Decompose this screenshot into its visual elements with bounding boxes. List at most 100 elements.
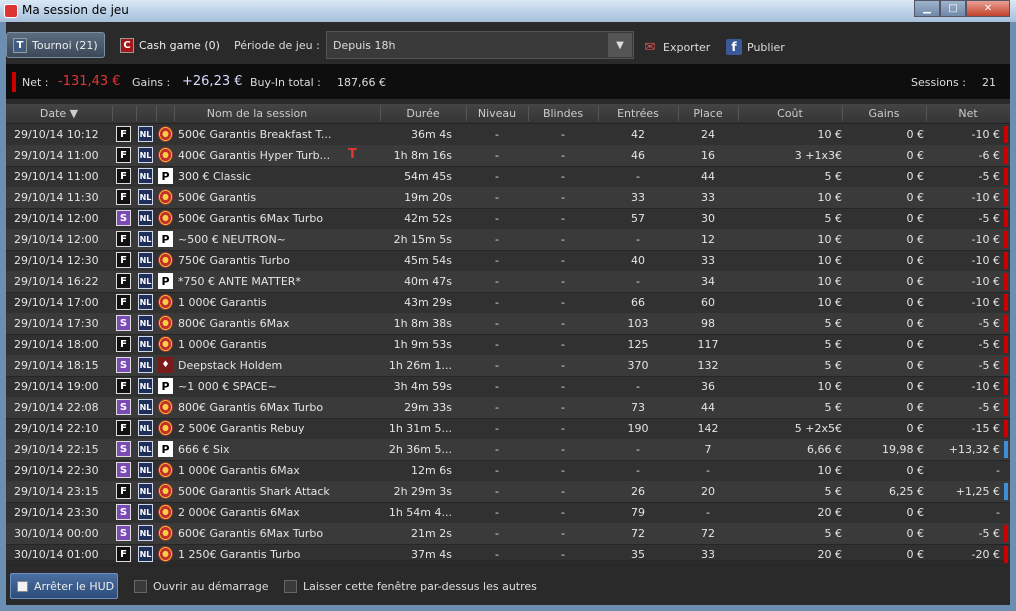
publish-button[interactable]: f Publier [726, 39, 785, 55]
table-row[interactable]: 29/10/14 11:00 400€ Garantis Hyper Turb..… [6, 145, 1010, 167]
table-row[interactable]: 29/10/14 22:10 2 500€ Garantis Rebuy 1h 31… [6, 418, 1010, 440]
table-row[interactable]: 29/10/14 18:00 1 000€ Garantis 1h 9m 53s - -… [6, 334, 1010, 356]
tab-tournoi[interactable]: T Tournoi (21) [6, 32, 105, 58]
cell-net: -10 € [971, 254, 1000, 267]
cell-gains: 0 € [906, 464, 925, 477]
table-row[interactable]: 29/10/14 17:30 800€ Garantis 6Max 1h 8m 38… [6, 313, 1010, 335]
cell-place: 7 [704, 443, 712, 456]
tab-cash-game-label: Cash game (0) [139, 38, 220, 52]
col-entries[interactable]: Entrées [598, 107, 678, 120]
tab-cash-game[interactable]: C Cash game (0) [114, 32, 226, 58]
cell-date: 29/10/14 17:00 [14, 296, 99, 309]
close-button[interactable]: ✕ [966, 0, 1010, 17]
cell-net: -15 € [971, 422, 1000, 435]
always-on-top-option[interactable]: Laisser cette fenêtre par-dessus les aut… [284, 580, 537, 593]
cell-cost: 5 € [824, 317, 843, 330]
no-limit-icon: NL [138, 126, 153, 142]
cell-level: - [495, 296, 499, 309]
poker-chip-icon [158, 462, 173, 478]
poker-chip-icon [158, 504, 173, 520]
col-name[interactable]: Nom de la session [174, 107, 340, 120]
cell-net: -5 € [978, 338, 1000, 351]
period-select[interactable]: Depuis 18h ▼ [326, 31, 634, 59]
table-row[interactable]: 29/10/14 22:15 666 € Six 2h 36m 5... - - - 7 6,… [6, 439, 1010, 461]
col-date[interactable]: Date ▼ [6, 107, 112, 120]
cell-net: - [996, 464, 1000, 477]
cell-net: -10 € [971, 128, 1000, 141]
cell-gains: 0 € [906, 149, 925, 162]
sessions-value: 21 [982, 76, 996, 89]
minimize-icon: ▁ [923, 3, 931, 14]
table-row[interactable]: 29/10/14 23:15 500€ Garantis Shark Attack… [6, 481, 1010, 503]
col-duration[interactable]: Durée [380, 107, 466, 120]
col-level[interactable]: Niveau [466, 107, 528, 120]
cell-date: 29/10/14 22:15 [14, 443, 99, 456]
table-row[interactable]: 30/10/14 00:00 600€ Garantis 6Max Turbo 21… [6, 523, 1010, 545]
cell-duration: 1h 8m 38s [393, 317, 452, 330]
cell-gains: 0 € [906, 380, 925, 393]
table-row[interactable]: 29/10/14 12:00 ~500 € NEUTRON~ 2h 15m 5s - -… [6, 229, 1010, 251]
col-cost[interactable]: Coût [738, 107, 842, 120]
table-row[interactable]: 29/10/14 18:15 Deepstack Holdem 1h 26m 1..… [6, 355, 1010, 377]
stop-hud-button[interactable]: Arrêter le HUD [10, 573, 118, 599]
cell-date: 29/10/14 11:00 [14, 149, 99, 162]
table-row[interactable]: 29/10/14 12:30 750€ Garantis Turbo 45m 54s… [6, 250, 1010, 272]
net-negative-indicator [1004, 273, 1008, 290]
cell-gains: 6,25 € [889, 485, 924, 498]
always-on-top-checkbox[interactable] [284, 580, 297, 593]
net-negative-indicator [1004, 399, 1008, 416]
cell-blinds: - [561, 191, 565, 204]
col-blinds[interactable]: Blindes [528, 107, 598, 120]
no-limit-icon: NL [138, 336, 153, 352]
poker-chip-icon [158, 525, 173, 541]
table-row[interactable]: 29/10/14 23:30 2 000€ Garantis 6Max 1h 54m… [6, 502, 1010, 524]
table-row[interactable]: 29/10/14 17:00 1 000€ Garantis 43m 29s - - 66… [6, 292, 1010, 314]
export-button[interactable]: ✉ Exporter [642, 39, 711, 55]
cell-duration: 2h 29m 3s [393, 485, 452, 498]
minimize-button[interactable]: ▁ [914, 0, 940, 17]
cell-level: - [495, 359, 499, 372]
poker-chip-icon [158, 147, 173, 163]
col-net[interactable]: Net [926, 107, 1010, 120]
cell-name: 2 000€ Garantis 6Max [178, 506, 300, 519]
table-row[interactable]: 29/10/14 10:12 500€ Garantis Breakfast T.… [6, 124, 1010, 146]
cell-place: 36 [701, 380, 715, 393]
cell-cost: 10 € [817, 128, 843, 141]
table-row[interactable]: 29/10/14 22:30 1 000€ Garantis 6Max 12m 6s… [6, 460, 1010, 482]
cell-net: -6 € [978, 149, 1000, 162]
freezeout-format-icon: F [116, 546, 131, 562]
cell-gains: 0 € [906, 527, 925, 540]
open-at-startup-option[interactable]: Ouvrir au démarrage [134, 580, 269, 593]
no-limit-icon: NL [138, 441, 153, 457]
poker-chip-icon [158, 483, 173, 499]
title-bar[interactable]: Ma session de jeu ▁ □ ✕ [0, 0, 1016, 22]
table-row[interactable]: 29/10/14 22:08 800€ Garantis 6Max Turbo 29… [6, 397, 1010, 419]
cell-level: - [495, 170, 499, 183]
table-row[interactable]: 29/10/14 11:00 300 € Classic 54m 45s - - - 44 5… [6, 166, 1010, 188]
table-row[interactable]: 29/10/14 12:00 500€ Garantis 6Max Turbo 42… [6, 208, 1010, 230]
period-value: Depuis 18h [333, 39, 396, 52]
cell-entries: 370 [627, 359, 649, 372]
no-limit-icon: NL [138, 147, 153, 163]
table-row[interactable]: 29/10/14 19:00 ~1 000 € SPACE~ 3h 4m 59s - -… [6, 376, 1010, 398]
cell-gains: 0 € [906, 548, 925, 561]
poker-site-p-icon: P [158, 168, 173, 184]
open-at-startup-checkbox[interactable] [134, 580, 147, 593]
cell-gains: 0 € [906, 233, 925, 246]
no-limit-icon: NL [138, 210, 153, 226]
no-limit-icon: NL [138, 399, 153, 415]
cell-entries: 72 [631, 527, 645, 540]
cell-net: -10 € [971, 275, 1000, 288]
table-row[interactable]: 30/10/14 01:00 1 250€ Garantis Turbo 37m 4… [6, 544, 1010, 566]
cell-place: 132 [697, 359, 719, 372]
chevron-down-icon[interactable]: ▼ [608, 33, 632, 57]
table-row[interactable]: 29/10/14 11:30 500€ Garantis 19m 20s - - 33 33… [6, 187, 1010, 209]
cell-entries: 46 [631, 149, 645, 162]
maximize-button[interactable]: □ [940, 0, 966, 17]
poker-site-p-icon: P [158, 273, 173, 289]
table-row[interactable]: 29/10/14 16:22 *750 € ANTE MATTER* 40m 47s… [6, 271, 1010, 293]
cell-place: 72 [701, 527, 715, 540]
cell-level: - [495, 506, 499, 519]
col-place[interactable]: Place [678, 107, 738, 120]
col-gains[interactable]: Gains [842, 107, 926, 120]
